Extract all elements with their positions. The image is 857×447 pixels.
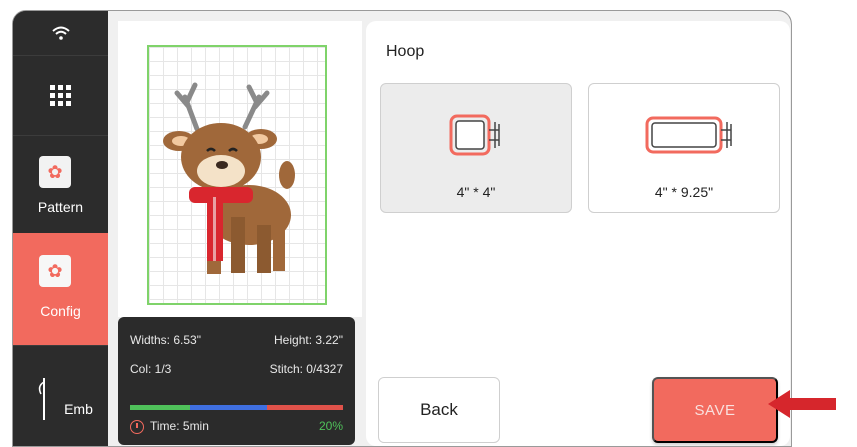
sidebar-item-menu[interactable] [13, 55, 108, 135]
hoop-option-label: 4" * 9.25" [654, 184, 714, 200]
time-readout-wrap: Time: 5min [130, 419, 209, 434]
pattern-preview-panel [118, 21, 362, 317]
time-readout: Time: 5min [150, 419, 209, 433]
height-readout: Height: 3.22" [274, 333, 343, 347]
pattern-info-panel: Widths: 6.53" Height: 3.22" Col: 1/3 Sti… [118, 317, 355, 445]
hoop-canvas [147, 45, 327, 305]
hoop-option-4x9-25[interactable]: 4" * 9.25" [588, 83, 780, 213]
pointer-arrow-icon [768, 390, 836, 418]
main-content: Widths: 6.53" Height: 3.22" Col: 1/3 Sti… [108, 11, 791, 446]
color-progress-bar [130, 405, 343, 410]
sidebar-item-label: Pattern [37, 199, 84, 215]
sidebar-item-label: Config [40, 303, 81, 319]
sidebar-item-wifi [13, 11, 108, 55]
pattern-icon: ✿ [39, 156, 71, 188]
config-icon: ✿ [39, 255, 71, 287]
wifi-icon [51, 26, 70, 40]
device-screen: ✿ Pattern ✿ Config Emb Widths: 6.53" Hei… [12, 10, 792, 447]
reindeer-embroidery-image [163, 82, 295, 274]
sidebar-item-emb[interactable]: Emb [13, 345, 108, 446]
stitch-readout: Stitch: 0/4327 [269, 362, 343, 376]
hoop-option-4x4[interactable]: 4" * 4" [380, 83, 572, 213]
progress-percent: 20% [318, 419, 343, 434]
menu-grid-icon [49, 84, 71, 106]
save-button[interactable]: SAVE [652, 377, 778, 443]
sidebar-item-config[interactable]: ✿ Config [13, 233, 108, 345]
sidebar: ✿ Pattern ✿ Config Emb [13, 11, 108, 446]
clock-icon [130, 419, 144, 434]
hoop-option-label: 4" * 4" [456, 184, 496, 200]
hoop-section-title: Hoop [386, 43, 425, 60]
sidebar-item-pattern[interactable]: ✿ Pattern [13, 135, 108, 235]
color-readout: Col: 1/3 [130, 362, 172, 376]
back-button[interactable]: Back [378, 377, 500, 443]
hoop-4x4-icon [449, 114, 500, 156]
config-panel: Hoop 4" * 4" 4" * 9.25" Back SAVE [366, 21, 790, 446]
width-readout: Widths: 6.53" [130, 333, 201, 347]
hoop-4x9-25-icon [645, 116, 732, 154]
